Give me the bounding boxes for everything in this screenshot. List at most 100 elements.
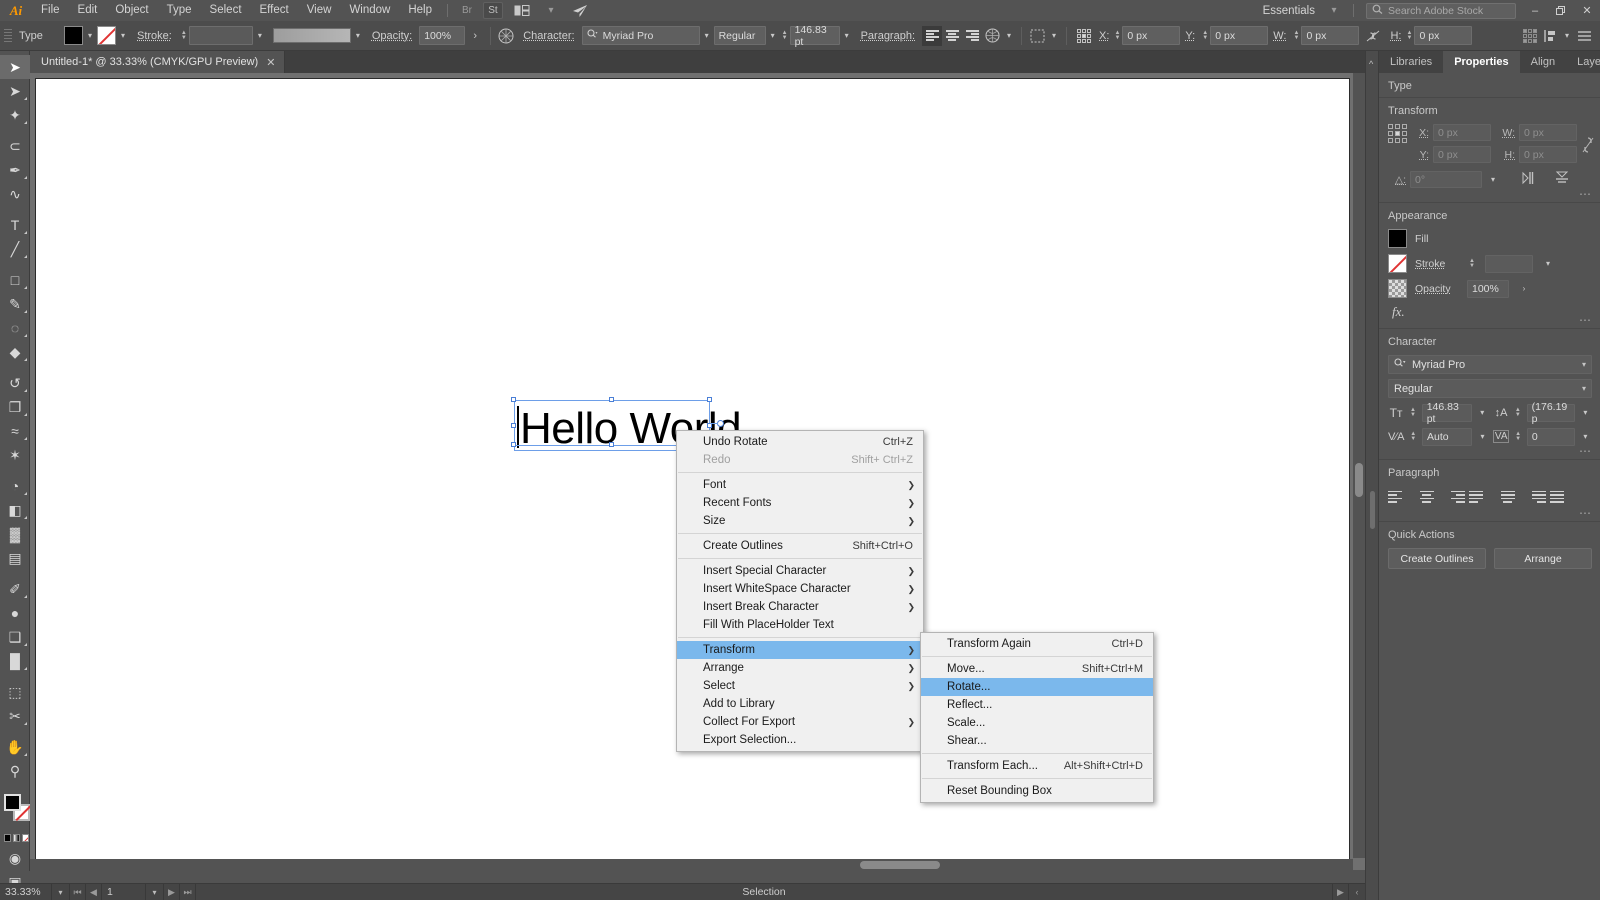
- area-type-chevron-icon[interactable]: ▾: [1047, 26, 1061, 45]
- menu-item-export-selection[interactable]: Export Selection...: [677, 731, 923, 749]
- h-stepper[interactable]: ▲ ▼: [1404, 26, 1414, 45]
- arrange-button[interactable]: Arrange: [1494, 548, 1592, 569]
- transform-reference-point[interactable]: [1388, 124, 1407, 143]
- color-mode-buttons[interactable]: [0, 834, 29, 842]
- chevron-down-icon[interactable]: ▾: [541, 2, 561, 19]
- panel-font-style-chevron-icon[interactable]: ▾: [1582, 384, 1586, 393]
- recolor-artwork-icon[interactable]: [496, 26, 516, 46]
- paragraph-align-left-button[interactable]: [1388, 486, 1411, 507]
- status-text[interactable]: Selection: [196, 884, 1333, 900]
- previous-artboard-button[interactable]: ◀: [86, 884, 102, 900]
- type-tool[interactable]: T: [0, 213, 30, 237]
- align-center-button[interactable]: [942, 26, 962, 46]
- color-mode-none[interactable]: [22, 834, 29, 842]
- menu-help[interactable]: Help: [399, 0, 441, 21]
- workspace-chevron-icon[interactable]: ▾: [1324, 2, 1344, 19]
- menu-item-font[interactable]: Font ❯: [677, 476, 923, 494]
- menu-item-reset-bounding-box[interactable]: Reset Bounding Box: [921, 782, 1153, 800]
- y-stepper[interactable]: ▲ ▼: [1200, 26, 1210, 45]
- panel-kerning-field[interactable]: Auto: [1422, 428, 1472, 446]
- menu-item-recent-fonts[interactable]: Recent Fonts ❯: [677, 494, 923, 512]
- font-style-chevron-icon[interactable]: ▾: [766, 26, 780, 45]
- menu-item-transform-again[interactable]: Transform Again Ctrl+D: [921, 635, 1153, 653]
- stroke-profile-preview[interactable]: [273, 28, 351, 43]
- area-type-options-icon[interactable]: [1027, 26, 1047, 46]
- flip-horizontal-icon[interactable]: [1522, 171, 1538, 188]
- selection-tool[interactable]: ➤: [0, 55, 30, 79]
- panel-options-icon[interactable]: [1574, 26, 1594, 46]
- panel-leading-stepper[interactable]: ▲ ▼: [1513, 403, 1523, 422]
- transform-more-options-icon[interactable]: ⋯: [1579, 190, 1592, 198]
- font-size-field[interactable]: 146.83 pt: [790, 26, 840, 45]
- bbox-handle-ml[interactable]: [511, 423, 516, 428]
- menu-item-transform[interactable]: Transform ❯: [677, 641, 923, 659]
- distribute-chevron-icon[interactable]: ▾: [1560, 26, 1574, 45]
- x-field[interactable]: 0 px: [1122, 26, 1180, 45]
- appearance-opacity-label[interactable]: Opacity: [1415, 283, 1459, 295]
- bbox-handle-tr[interactable]: [707, 397, 712, 402]
- column-graph-tool[interactable]: █: [0, 649, 30, 673]
- bbox-handle-bl[interactable]: [511, 442, 516, 447]
- mesh-tool[interactable]: ▓: [0, 522, 30, 546]
- menu-item-undo-rotate[interactable]: Undo Rotate Ctrl+Z: [677, 433, 923, 451]
- paragraph-label[interactable]: Paragraph:: [854, 30, 922, 42]
- magic-wand-tool[interactable]: ✦: [0, 103, 30, 127]
- rotate-tool[interactable]: ↺: [0, 371, 30, 395]
- panel-angle-field[interactable]: 0°: [1410, 171, 1482, 188]
- stroke-weight-stepper[interactable]: ▲ ▼: [179, 26, 189, 45]
- menu-item-scale[interactable]: Scale...: [921, 714, 1153, 732]
- artboard-number-field[interactable]: 1: [102, 884, 146, 900]
- zoom-level-field[interactable]: 33.33%: [0, 884, 52, 900]
- pen-tool[interactable]: ✒: [0, 158, 30, 182]
- panel-kerning-stepper[interactable]: ▲ ▼: [1409, 427, 1418, 446]
- text-wrap-chevron-icon[interactable]: ▾: [1002, 26, 1016, 45]
- y-field[interactable]: 0 px: [1210, 26, 1268, 45]
- fill-stroke-indicator[interactable]: [0, 792, 30, 832]
- panel-tab-properties[interactable]: Properties: [1443, 51, 1519, 73]
- free-transform-tool[interactable]: ✶: [0, 443, 30, 467]
- stroke-weight-label[interactable]: Stroke:: [130, 30, 179, 42]
- workspace-switcher[interactable]: Essentials: [1257, 5, 1321, 17]
- panel-font-size-chevron-icon[interactable]: ▾: [1476, 403, 1489, 422]
- artboard-tool[interactable]: ⬚: [0, 680, 30, 704]
- stock-button[interactable]: St: [483, 2, 503, 19]
- last-artboard-button[interactable]: ⏭: [180, 884, 196, 900]
- collapse-chevron-icon[interactable]: ^: [1369, 59, 1373, 69]
- panel-collapse-strip[interactable]: ^: [1366, 51, 1379, 900]
- stroke-profile-chevron-icon[interactable]: ▾: [351, 26, 365, 45]
- appearance-opacity-arrow-icon[interactable]: ›: [1517, 279, 1531, 298]
- panel-font-size-field[interactable]: 146.83 pt: [1422, 404, 1472, 422]
- align-right-button[interactable]: [962, 26, 982, 46]
- shaper-tool[interactable]: ◌: [0, 316, 30, 340]
- panel-y-field[interactable]: 0 px: [1433, 146, 1491, 163]
- menu-select[interactable]: Select: [201, 0, 251, 21]
- panel-font-size-stepper[interactable]: ▲ ▼: [1408, 403, 1418, 422]
- menu-effect[interactable]: Effect: [251, 0, 298, 21]
- text-wrap-icon[interactable]: [982, 26, 1002, 46]
- menu-view[interactable]: View: [298, 0, 341, 21]
- zoom-chevron-icon[interactable]: ▾: [52, 884, 70, 900]
- appearance-opacity-swatch[interactable]: [1388, 279, 1407, 298]
- canvas-vscroll-thumb[interactable]: [1355, 463, 1363, 497]
- paragraph-justify-last-right-button[interactable]: [1523, 486, 1546, 507]
- menu-type[interactable]: Type: [158, 0, 201, 21]
- text-out-port[interactable]: [717, 420, 724, 427]
- panel-tracking-stepper[interactable]: ▲ ▼: [1513, 427, 1522, 446]
- panel-leading-chevron-icon[interactable]: ▾: [1579, 403, 1592, 422]
- gradient-tool[interactable]: ▤: [0, 546, 30, 570]
- share-icon[interactable]: [567, 2, 593, 19]
- arrange-documents-icon[interactable]: [509, 2, 535, 19]
- bridge-button[interactable]: Br: [457, 2, 477, 19]
- menu-item-size[interactable]: Size ❯: [677, 512, 923, 530]
- panel-leading-field[interactable]: (176.19 p: [1527, 404, 1575, 422]
- panel-angle-chevron-icon[interactable]: ▾: [1486, 170, 1500, 189]
- paragraph-align-right-button[interactable]: [1442, 486, 1465, 507]
- blend-tool[interactable]: ●: [0, 601, 30, 625]
- eyedropper-tool[interactable]: ✐: [0, 577, 30, 601]
- bbox-handle-tc[interactable]: [609, 397, 614, 402]
- status-play-icon[interactable]: ▶: [1333, 884, 1349, 900]
- panel-scroll-thumb[interactable]: [1370, 491, 1375, 529]
- shape-builder-tool[interactable]: ◔: [0, 474, 30, 498]
- stroke-weight-field[interactable]: [189, 26, 253, 45]
- opacity-field[interactable]: 100%: [419, 26, 465, 45]
